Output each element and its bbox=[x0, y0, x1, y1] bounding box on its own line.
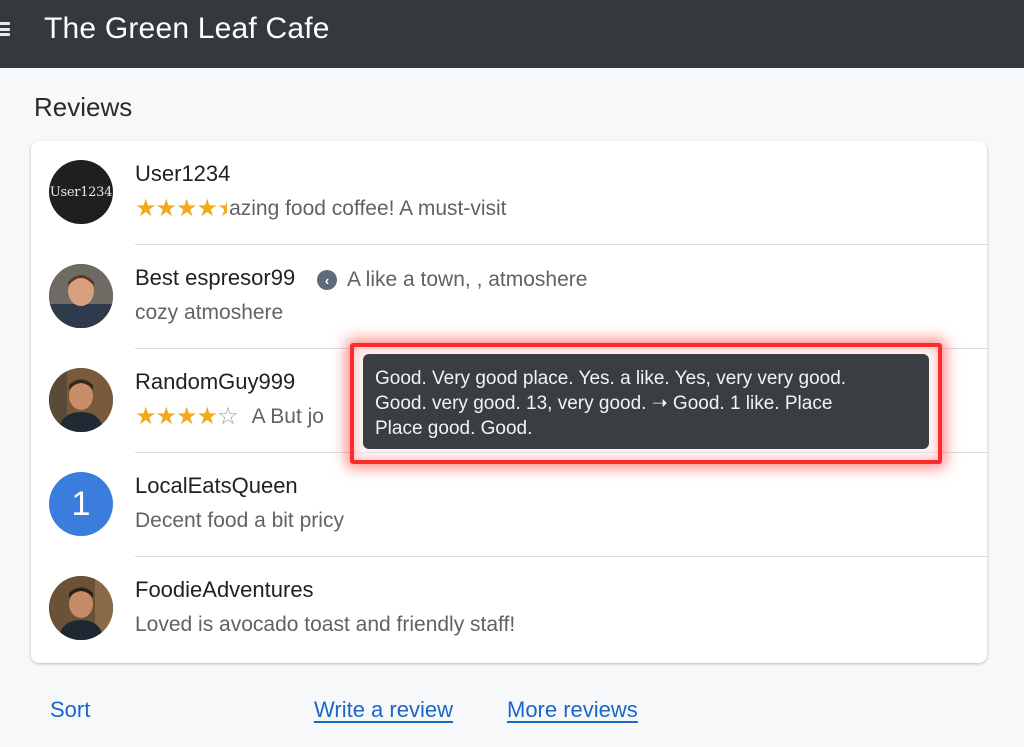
avatar bbox=[49, 264, 113, 328]
review-text: Loved is avocado toast and friendly staf… bbox=[135, 613, 516, 636]
review-text: A But jo bbox=[251, 405, 324, 428]
rating-star-empty: ☆ bbox=[217, 403, 238, 430]
review-text: cozy atmoshere bbox=[135, 301, 284, 324]
review-item[interactable]: 1 LocalEatsQueen Decent food a bit pricy bbox=[31, 453, 987, 557]
reviewer-name[interactable]: Best espresor99 bbox=[135, 265, 295, 291]
rating-stars-full: ★★★★ bbox=[135, 403, 218, 430]
tooltip-line: Place good. Good. bbox=[375, 418, 533, 439]
write-review-link[interactable]: Write a review bbox=[314, 697, 453, 723]
star-rating: ★★★★☆ bbox=[135, 403, 239, 430]
review-summary: Decent food a bit pricy bbox=[135, 509, 344, 533]
sort-button[interactable]: Sort bbox=[50, 697, 90, 723]
avatar: User1234 bbox=[49, 160, 113, 224]
app-title: The Green Leaf Cafe bbox=[44, 12, 330, 45]
review-summary: ★★★★☆ A But jo bbox=[135, 405, 324, 429]
avatar-photo bbox=[49, 368, 113, 432]
reviewer-name[interactable]: FoodieAdventures bbox=[135, 577, 314, 603]
review-summary: ★★★★★ azing food coffee! A must-visit bbox=[135, 197, 507, 221]
more-reviews-link[interactable]: More reviews bbox=[507, 697, 638, 723]
rating-stars-full: ★★★★ bbox=[135, 195, 218, 222]
review-text: azing food coffee! A must-visit bbox=[229, 197, 507, 220]
reviewer-name[interactable]: LocalEatsQueen bbox=[135, 473, 298, 499]
avatar-photo bbox=[49, 576, 113, 640]
tooltip-line: Good. very good. 13, very good. ➝ Good. … bbox=[375, 393, 833, 414]
avatar bbox=[49, 576, 113, 640]
star-rating: ★★★★★ bbox=[135, 197, 227, 221]
review-summary: Loved is avocado toast and friendly staf… bbox=[135, 613, 515, 637]
avatar: 1 bbox=[49, 472, 113, 536]
review-summary: cozy atmoshere bbox=[135, 301, 283, 325]
review-item[interactable]: Best espresor99 ‹ A like a town, , atmos… bbox=[31, 245, 987, 349]
review-text: Decent food a bit pricy bbox=[135, 509, 344, 532]
info-icon[interactable]: ‹ bbox=[317, 270, 337, 290]
rating-star-half: ★ bbox=[217, 197, 227, 221]
review-extra-text: A like a town, , atmoshere bbox=[347, 268, 588, 291]
tooltip-line: Good. Very good place. Yes. a like. Yes,… bbox=[375, 368, 847, 389]
app-bar: The Green Leaf Cafe bbox=[0, 0, 1024, 68]
reviewer-name[interactable]: User1234 bbox=[135, 161, 230, 187]
menu-icon[interactable] bbox=[0, 20, 10, 38]
review-extra: ‹ A like a town, , atmoshere bbox=[317, 268, 587, 292]
reviewer-name[interactable]: RandomGuy999 bbox=[135, 369, 295, 395]
avatar bbox=[49, 368, 113, 432]
review-tooltip: Good. Very good place. Yes. a like. Yes,… bbox=[363, 354, 929, 449]
review-item[interactable]: FoodieAdventures Loved is avocado toast … bbox=[31, 557, 987, 661]
avatar-photo bbox=[49, 264, 113, 328]
review-item[interactable]: User1234 User1234 ★★★★★ azing food coffe… bbox=[31, 141, 987, 245]
reviews-heading: Reviews bbox=[34, 92, 133, 122]
